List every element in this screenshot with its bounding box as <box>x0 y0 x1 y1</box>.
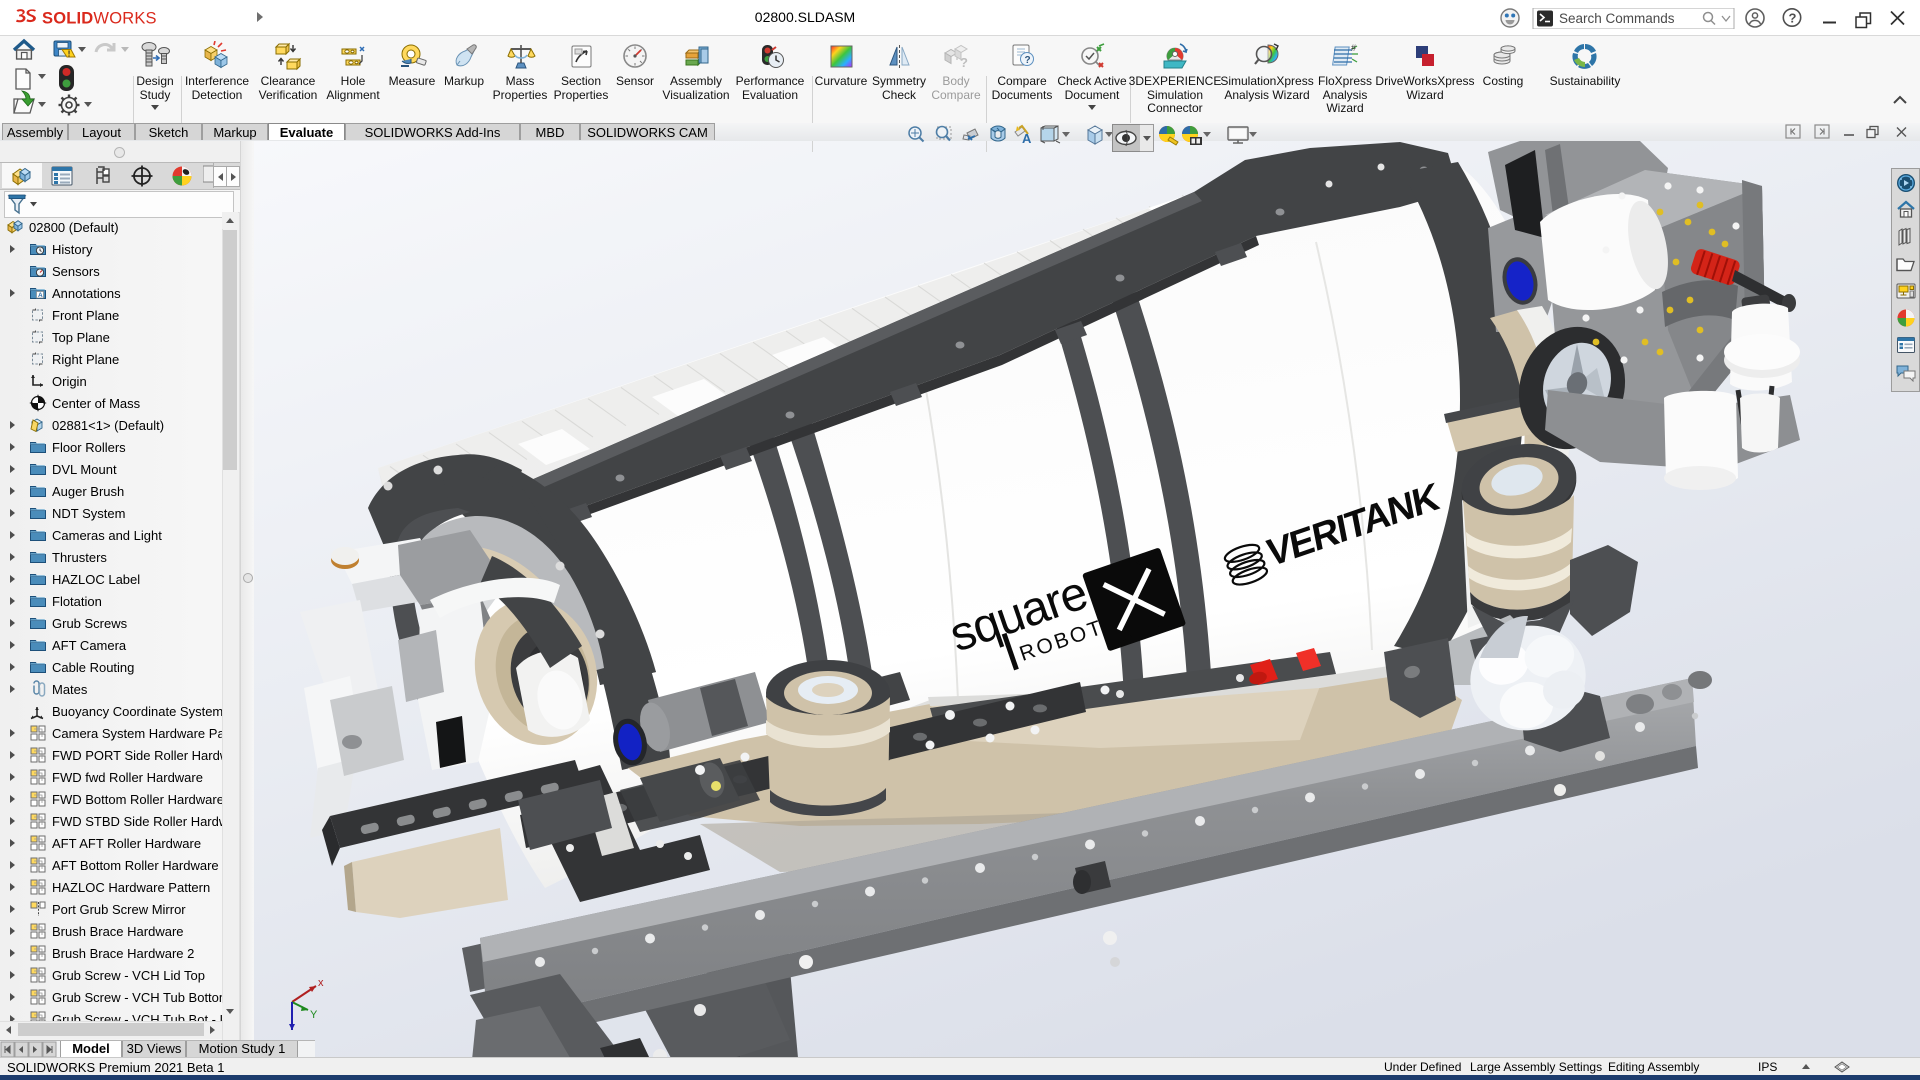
svg-text:Search Commands: Search Commands <box>1559 11 1675 26</box>
svg-text:?: ? <box>960 55 968 70</box>
svg-text:A: A <box>1022 131 1032 146</box>
svg-text:?: ? <box>1024 55 1030 66</box>
svg-text:Y: Y <box>310 1009 318 1021</box>
svg-text:SOLIDWORKS: SOLIDWORKS <box>42 10 157 28</box>
svg-text:#: # <box>1351 43 1356 53</box>
svg-text:?: ? <box>1789 11 1797 26</box>
svg-text:x: x <box>318 977 324 989</box>
